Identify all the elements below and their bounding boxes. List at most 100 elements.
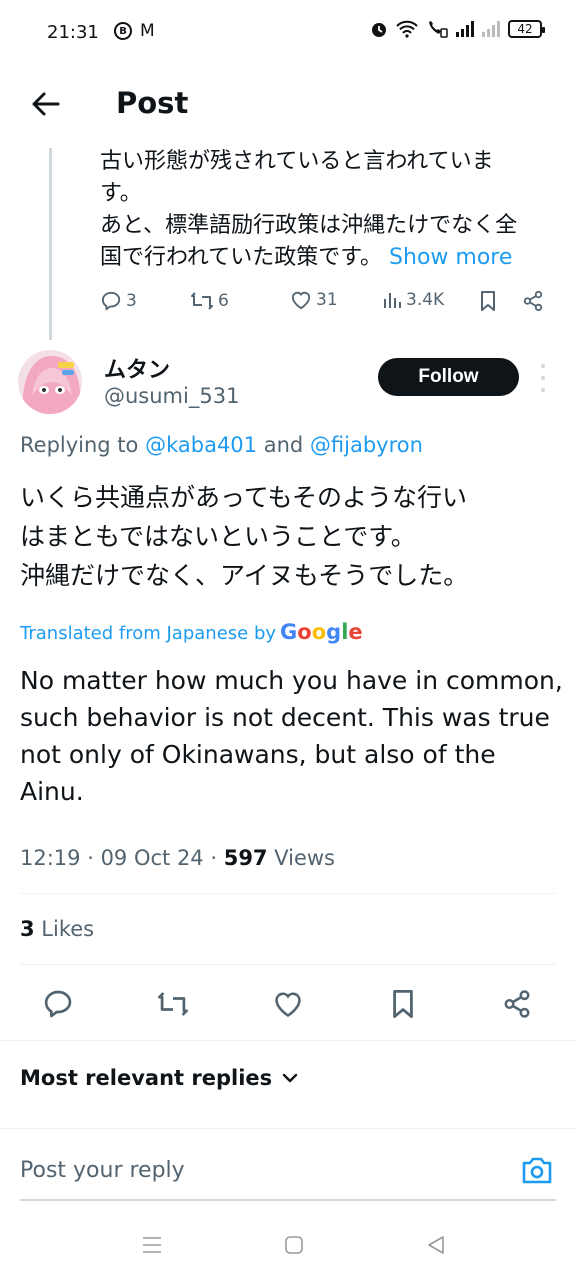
- bookmark-icon: [481, 291, 495, 311]
- author-name[interactable]: ムタン: [104, 352, 170, 384]
- divider: [0, 1040, 576, 1041]
- repost-icon: [191, 292, 213, 310]
- camera-button[interactable]: [520, 1154, 556, 1188]
- heart-icon: [291, 291, 311, 310]
- parent-bookmark-button[interactable]: [478, 290, 498, 312]
- reply-button[interactable]: [38, 984, 78, 1024]
- repost-icon: [157, 992, 188, 1016]
- signal-icon: [456, 21, 474, 37]
- share-icon: [523, 290, 543, 312]
- mention-link-kaba401[interactable]: @kaba401: [145, 433, 257, 457]
- parent-share-button[interactable]: [522, 290, 544, 312]
- share-button[interactable]: [497, 984, 537, 1024]
- chevron-down-icon: [282, 1073, 298, 1083]
- system-nav-bar: [0, 1215, 576, 1280]
- camera-icon: [522, 1157, 552, 1184]
- views-count: 597: [223, 846, 268, 870]
- recents-button[interactable]: [140, 1233, 164, 1257]
- back-nav-button[interactable]: [424, 1233, 448, 1257]
- repost-count: 6: [218, 291, 229, 311]
- notification-icons: B M: [114, 22, 155, 40]
- follow-button[interactable]: Follow: [378, 358, 519, 396]
- more-options-button[interactable]: [536, 364, 550, 392]
- top-bar: Post: [0, 66, 576, 146]
- parent-text-line: 古い形態が残されていると言われていま: [100, 149, 494, 174]
- show-more-link[interactable]: Show more: [389, 245, 512, 270]
- dot-icon: [541, 364, 545, 368]
- views-chart-icon: [384, 293, 401, 308]
- replying-prefix: Replying to: [20, 433, 146, 457]
- signal-weak-icon: [482, 21, 500, 37]
- reply-input[interactable]: Post your reply: [20, 1158, 185, 1183]
- author-handle[interactable]: @usumi_531: [104, 384, 239, 408]
- parent-reply-button[interactable]: 3: [100, 290, 137, 312]
- like-count: 31: [316, 290, 338, 310]
- parent-views-button[interactable]: 3.4K: [382, 290, 444, 310]
- replying-to: Replying to @kaba401 and @fijabyron: [20, 433, 423, 457]
- post-time: 12:19: [20, 846, 81, 870]
- square-icon: [285, 1236, 303, 1254]
- repost-button[interactable]: [153, 984, 193, 1024]
- menu-lines-icon: [143, 1237, 161, 1253]
- replying-and: and: [257, 433, 310, 457]
- dot-icon: [541, 376, 545, 380]
- parent-text-line: す。: [100, 181, 142, 206]
- post-date: 09 Oct 24: [100, 846, 204, 870]
- heart-icon: [275, 992, 301, 1017]
- alarm-icon: [372, 23, 386, 37]
- triangle-back-icon: [428, 1236, 444, 1254]
- likes-link[interactable]: 3 Likes: [20, 917, 94, 941]
- reply-icon: [44, 990, 72, 1018]
- likes-count: 3: [20, 917, 35, 941]
- volte-call-icon: [429, 21, 448, 38]
- reply-icon: [101, 291, 121, 311]
- input-underline: [20, 1199, 556, 1201]
- divider: [0, 1128, 576, 1129]
- post-text-line: はまともではないということです。: [20, 522, 416, 551]
- post-text-line: 沖縄だけでなく、アイヌもそうでした。: [20, 561, 469, 590]
- translation-attribution[interactable]: Translated from Japanese by Google: [20, 620, 363, 644]
- post-metadata: 12:19 · 09 Oct 24 · 597 Views: [20, 846, 335, 870]
- status-time: 21:31: [47, 22, 99, 43]
- parent-text-line: あと、標準語励行政策は沖縄たけでなく全: [100, 213, 518, 238]
- avatar-image: [18, 350, 82, 414]
- avatar[interactable]: [18, 350, 82, 414]
- gmail-icon: M: [140, 21, 155, 41]
- parent-post-text: 古い形態が残されていると言われていま す。 あと、標準語励行政策は沖縄たけでなく…: [100, 146, 560, 274]
- parent-action-bar: 3 6 31 3.4K: [100, 290, 550, 320]
- share-icon: [504, 990, 530, 1018]
- battery-indicator: 42: [508, 20, 545, 38]
- bookmark-button[interactable]: [383, 984, 423, 1024]
- google-logo: Google: [280, 620, 363, 644]
- back-button[interactable]: [28, 86, 64, 122]
- divider: [20, 893, 556, 894]
- post-text: いくら共通点があってもそのような行い はまともではないということです。 沖縄だけ…: [20, 478, 560, 595]
- thread-line: [49, 148, 52, 340]
- arrow-left-icon: [32, 92, 60, 116]
- mention-link-fijabyron[interactable]: @fijabyron: [310, 433, 423, 457]
- parent-repost-button[interactable]: 6: [190, 290, 229, 312]
- like-button[interactable]: [268, 984, 308, 1024]
- translated-text: No matter how much you have in common, s…: [20, 666, 563, 806]
- parent-like-button[interactable]: 31: [290, 290, 338, 310]
- reply-count: 3: [126, 291, 137, 311]
- wifi-icon: [396, 20, 418, 38]
- post-action-bar: [0, 980, 576, 1030]
- system-icons: 42: [370, 20, 545, 38]
- views-label: Views: [267, 846, 335, 870]
- status-bar: 21:31 B M 42: [0, 0, 576, 66]
- dot-icon: [541, 388, 545, 392]
- post-text-line: いくら共通点があってもそのような行い: [20, 483, 468, 512]
- parent-text-tail: 国で行われていた政策です。: [100, 245, 383, 270]
- home-button[interactable]: [282, 1233, 306, 1257]
- divider: [20, 964, 556, 965]
- page-title: Post: [116, 86, 189, 120]
- b-circle-icon: B: [114, 22, 132, 40]
- reply-sort-dropdown[interactable]: Most relevant replies: [20, 1066, 298, 1090]
- view-count: 3.4K: [406, 290, 445, 310]
- sort-label: Most relevant replies: [20, 1066, 273, 1090]
- likes-label: Likes: [34, 917, 95, 941]
- translated-label: Translated from Japanese by: [20, 623, 277, 644]
- parent-text-line: 国で行われていた政策です。 Show more: [100, 242, 560, 274]
- bookmark-icon: [393, 990, 413, 1018]
